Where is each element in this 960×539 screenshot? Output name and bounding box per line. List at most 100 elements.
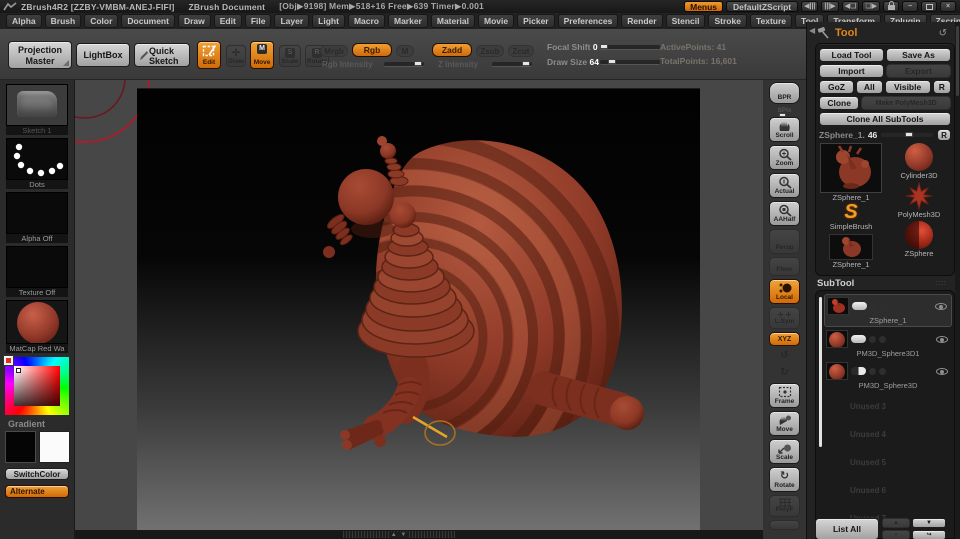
tool-item-polymesh3d[interactable] — [904, 182, 934, 210]
right-tray-scrollbar[interactable] — [955, 22, 960, 539]
zoom-button[interactable]: Zoom — [769, 145, 800, 170]
spix-slider[interactable]: SPix — [770, 107, 800, 117]
polypaint-toggle-icon[interactable] — [851, 335, 866, 343]
subtool-down-button[interactable]: ▼ — [912, 518, 946, 528]
subtool-scrollbar[interactable] — [819, 297, 822, 447]
subtool-up-button[interactable]: ▲ — [882, 518, 910, 528]
quick-sketch-button[interactable]: Quick Sketch — [134, 43, 190, 67]
menu-marker[interactable]: Marker — [387, 14, 428, 28]
subtool-item-zsphere1[interactable]: ZSphere_1 — [824, 294, 952, 327]
zcut-button[interactable]: Zcut — [508, 45, 534, 57]
import-button[interactable]: Import — [819, 64, 884, 78]
clone-button[interactable]: Clone — [819, 96, 860, 110]
load-tool-button[interactable]: Load Tool — [819, 48, 884, 62]
menu-file[interactable]: File — [244, 14, 272, 28]
uv-toggle-icon[interactable] — [869, 335, 876, 343]
export-button[interactable]: Export — [886, 64, 951, 78]
subtool-item-pm3d-sphere3d[interactable]: PM3D_Sphere3D — [824, 360, 952, 391]
alternate-button[interactable]: Alternate — [5, 485, 69, 498]
subtool-insert-button[interactable]: ↪ — [912, 530, 946, 539]
move-mode-button[interactable]: M Move — [250, 41, 274, 69]
tool-r-button[interactable]: R — [937, 128, 951, 141]
rotate-3d-button[interactable]: ↻ Rotate — [769, 467, 800, 492]
polyf-button[interactable]: PolyF — [769, 495, 800, 517]
canvas-viewport[interactable]: ▲ ▼ — [75, 80, 763, 539]
current-material-slot[interactable]: MatCap Red Wa — [6, 300, 68, 353]
z-intensity-slider[interactable] — [492, 61, 532, 67]
tool-item-cylinder3d[interactable] — [905, 143, 933, 171]
transp-button-partial[interactable] — [769, 520, 800, 530]
draw-mode-button[interactable]: ✛ Draw — [226, 45, 246, 67]
active-tool-slider[interactable]: ZSphere_1. 46 R — [819, 128, 951, 141]
reset-icon[interactable]: ↺ — [939, 28, 947, 39]
uv-toggle-icon[interactable] — [869, 367, 876, 375]
menu-brush[interactable]: Brush — [44, 14, 82, 28]
lock-icon[interactable] — [883, 1, 899, 12]
current-texture-slot[interactable]: Texture Off — [6, 246, 68, 297]
main-color-swatch[interactable] — [5, 431, 36, 463]
subtool-duplicate-button[interactable]: ▪ — [882, 530, 910, 539]
menu-material[interactable]: Material — [430, 14, 475, 28]
uv-toggle-icon[interactable] — [870, 302, 877, 310]
make-polymesh3d-button[interactable]: Make PolyMesh3D — [861, 96, 951, 110]
menu-draw[interactable]: Draw — [177, 14, 211, 28]
menu-alpha[interactable]: Alpha — [6, 14, 42, 28]
goz-button[interactable]: GoZ — [819, 80, 854, 94]
lightbox-button[interactable]: LightBox — [76, 43, 130, 67]
projection-master-button[interactable]: Projection Master — [8, 41, 72, 69]
restore-button[interactable] — [921, 1, 937, 12]
tool-item-simplebrush[interactable]: S — [844, 202, 857, 222]
menu-texture[interactable]: Texture — [749, 14, 793, 28]
tool-item-zsphere[interactable] — [905, 221, 933, 249]
polypaint-toggle-icon[interactable] — [851, 367, 866, 375]
menu-preferences[interactable]: Preferences — [557, 14, 619, 28]
polypaint-toggle-icon[interactable] — [852, 302, 867, 310]
menu-macro[interactable]: Macro — [347, 14, 385, 28]
displacement-toggle-icon[interactable] — [879, 335, 886, 343]
edit-mode-button[interactable]: Edit — [197, 41, 221, 69]
current-sketch-slot[interactable]: Sketch 1 — [6, 84, 68, 135]
save-as-button[interactable]: Save As — [886, 48, 951, 62]
local-button[interactable]: Local — [769, 279, 800, 304]
z-rotate-icon[interactable]: ↻ — [769, 366, 800, 380]
persp-button[interactable]: Persp — [769, 229, 800, 254]
lsym-button[interactable]: ✛ ✛ L.Sym — [769, 307, 800, 329]
goz-r-button[interactable]: R — [932, 80, 952, 94]
move-3d-button[interactable]: Move — [769, 411, 800, 436]
displacement-toggle-icon[interactable] — [879, 367, 886, 375]
switch-color-button[interactable]: SwitchColor — [5, 468, 69, 480]
close-button[interactable]: × — [940, 1, 956, 12]
menu-color[interactable]: Color — [84, 14, 119, 28]
bpr-button[interactable]: BPR — [769, 82, 800, 104]
menu-light[interactable]: Light — [312, 14, 345, 28]
scale-3d-button[interactable]: Scale — [769, 439, 800, 464]
aahalf-button[interactable]: AAHalf — [769, 201, 800, 226]
default-zscript-button[interactable]: DefaultZScript — [726, 1, 799, 12]
secondary-color-swatch[interactable] — [39, 431, 70, 463]
color-picker[interactable] — [3, 355, 69, 415]
menu-render[interactable]: Render — [621, 14, 663, 28]
displacement-toggle-icon[interactable] — [880, 302, 887, 310]
clone-all-subtools-button[interactable]: Clone All SubTools — [819, 112, 951, 126]
menu-edit[interactable]: Edit — [213, 14, 242, 28]
tool-item-zsphere1-small[interactable] — [829, 234, 873, 260]
scale-mode-button[interactable]: S Scale — [279, 45, 301, 67]
tray-collapse-icon[interactable]: ◀ — [809, 26, 815, 35]
m-button[interactable]: M — [396, 45, 414, 57]
tool-palette-header[interactable]: Tool ↺ — [817, 24, 955, 42]
mrgb-button[interactable]: Mrgb — [320, 45, 348, 57]
zbrush-document[interactable] — [137, 88, 700, 530]
zsub-button[interactable]: Zsub — [476, 45, 504, 57]
current-stroke-slot[interactable]: Dots — [6, 138, 68, 189]
scroll-button[interactable]: Scroll — [769, 117, 800, 142]
tool-item-zsphere1-selected[interactable] — [820, 143, 882, 193]
actual-button[interactable]: Actual — [769, 173, 800, 198]
doc-scroll-left-icon[interactable]: ◀❏ — [841, 1, 860, 12]
focal-shift-slider[interactable] — [600, 44, 660, 50]
rgb-button[interactable]: Rgb — [352, 43, 392, 57]
menu-stencil[interactable]: Stencil — [665, 14, 706, 28]
menu-movie[interactable]: Movie — [478, 14, 515, 28]
list-all-button[interactable]: List All — [815, 518, 879, 539]
goz-all-button[interactable]: All — [855, 80, 883, 94]
menu-picker[interactable]: Picker — [517, 14, 555, 28]
